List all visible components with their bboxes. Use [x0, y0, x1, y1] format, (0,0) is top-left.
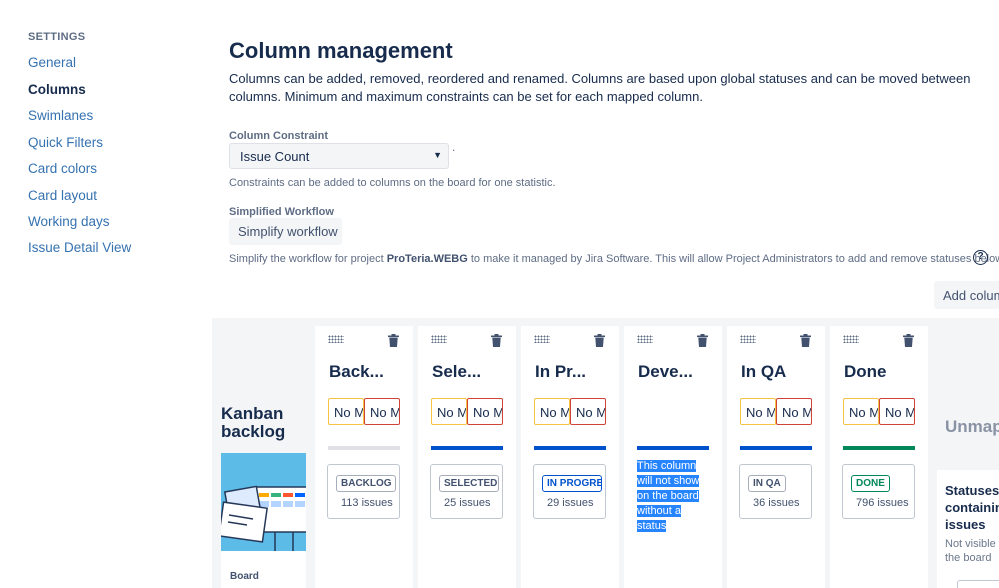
project-name: ProTeria.WEBG — [386, 253, 468, 265]
unmapped-statuses-panel: Statuses containing issues Not visible o… — [937, 470, 999, 588]
simplified-workflow-label: Simplified Workflow — [229, 206, 334, 218]
sidebar-item-working-days[interactable]: Working days — [28, 214, 110, 229]
sidebar-item-card-layout[interactable]: Card layout — [28, 188, 97, 203]
column-constraint-label: Column Constraint — [229, 130, 328, 142]
status-card[interactable]: SELECTED FOR DEVELOPMENT 25 issues — [430, 464, 503, 519]
column-color-bar — [740, 446, 812, 450]
column-min-input[interactable]: No Min — [740, 398, 776, 425]
drag-handle-icon[interactable] — [843, 335, 859, 343]
sidebar-item-general[interactable]: General — [28, 55, 76, 70]
column-name[interactable]: Back... — [329, 362, 384, 382]
add-column-button[interactable]: Add column — [934, 281, 999, 309]
column-min-input[interactable]: No Min — [843, 398, 879, 425]
column-color-bar — [534, 446, 606, 450]
board-column[interactable]: In QA No Min No Max IN QA 36 issues — [727, 326, 825, 588]
constraint-help-text: Constraints can be added to columns on t… — [229, 177, 556, 189]
settings-sidebar: SETTINGS General Columns Swimlanes Quick… — [0, 0, 200, 588]
column-name[interactable]: Done — [844, 362, 887, 382]
status-card[interactable]: IN PROGRESS 29 issues — [533, 464, 606, 519]
column-max-input[interactable]: No Max — [364, 398, 400, 425]
constraint-dot: . — [452, 140, 456, 154]
sidebar-item-card-colors[interactable]: Card colors — [28, 161, 97, 176]
kanban-backlog-title: Kanban backlog — [221, 404, 286, 441]
page-title: Column management — [229, 38, 453, 63]
status-lozenge: IN QA — [748, 475, 786, 492]
workflow-help-suffix: to make it managed by Jira Software. Thi… — [467, 253, 999, 265]
status-card[interactable]: IN QA 36 issues — [739, 464, 812, 519]
status-lozenge: DONE — [851, 475, 890, 492]
column-color-bar — [637, 446, 709, 450]
board-illustration-icon — [221, 453, 306, 551]
board-column[interactable]: Deve... This column will not show on the… — [624, 326, 722, 588]
issue-count: 25 issues — [444, 497, 491, 509]
unmapped-statuses-title: Unmapped — [945, 417, 999, 436]
sidebar-item-issue-detail-view[interactable]: Issue Detail View — [28, 240, 131, 255]
board-column[interactable]: Sele... No Min No Max SELECTED FOR DEVEL… — [418, 326, 516, 588]
trash-icon[interactable] — [800, 334, 811, 347]
workflow-help-text: Simplify the workflow for project ProTer… — [229, 253, 999, 265]
status-lozenge: SELECTED FOR DEVELOPMENT — [439, 475, 499, 492]
column-name[interactable]: Sele... — [432, 362, 481, 382]
drag-handle-icon[interactable] — [740, 335, 756, 343]
issue-count: 36 issues — [753, 497, 800, 509]
column-constraint-value: Issue Count — [240, 149, 310, 164]
drag-handle-icon[interactable] — [431, 335, 447, 343]
kanban-board-card: Board — [221, 551, 306, 588]
column-max-input[interactable]: No Max — [776, 398, 812, 425]
column-color-bar — [431, 446, 503, 450]
status-card[interactable]: DONE 796 issues — [842, 464, 915, 519]
sidebar-item-columns[interactable]: Columns — [28, 82, 86, 97]
kanban-illustration — [221, 453, 306, 551]
workflow-help-prefix: Simplify the workflow for project — [229, 253, 387, 265]
status-lozenge: IN PROGRESS — [542, 475, 602, 492]
board-column[interactable]: Back... No Min No Max BACKLOG 113 issues — [315, 326, 413, 588]
page-description: Columns can be added, removed, reordered… — [229, 71, 971, 104]
unmapped-panel-subtitle: Not visible on the board — [945, 538, 999, 564]
trash-icon[interactable] — [388, 334, 399, 347]
board-column[interactable]: Done No Min No Max DONE 796 issues — [830, 326, 928, 588]
column-max-input[interactable]: No Max — [467, 398, 503, 425]
column-name[interactable]: Deve... — [638, 362, 693, 382]
column-name[interactable]: In QA — [741, 362, 786, 382]
issue-count: 796 issues — [856, 497, 909, 509]
trash-icon[interactable] — [594, 334, 605, 347]
empty-column-note-text: This column will not show on the board w… — [637, 460, 700, 532]
column-color-bar — [843, 446, 915, 450]
unmapped-status-card[interactable] — [957, 580, 999, 588]
board-column[interactable]: In Pr... No Min No Max IN PROGRESS 29 is… — [521, 326, 619, 588]
column-min-input[interactable]: No Min — [534, 398, 570, 425]
help-icon[interactable]: ? — [973, 250, 988, 265]
drag-handle-icon[interactable] — [534, 335, 550, 343]
unmapped-panel-title: Statuses containing issues — [945, 483, 999, 532]
chevron-down-icon: ▼ — [433, 150, 442, 160]
column-color-bar — [328, 446, 400, 450]
trash-icon[interactable] — [491, 334, 502, 347]
trash-icon[interactable] — [903, 334, 914, 347]
column-min-input[interactable]: No Min — [328, 398, 364, 425]
empty-column-note: This column will not show on the board w… — [637, 459, 701, 534]
column-min-input[interactable]: No Min — [431, 398, 467, 425]
column-max-input[interactable]: No Max — [570, 398, 606, 425]
column-name[interactable]: In Pr... — [535, 362, 586, 382]
column-max-input[interactable]: No Max — [879, 398, 915, 425]
sidebar-item-swimlanes[interactable]: Swimlanes — [28, 108, 93, 123]
column-constraint-select[interactable]: Issue Count ▼ — [229, 143, 449, 169]
simplify-workflow-button[interactable]: Simplify workflow — [229, 218, 342, 245]
status-lozenge: BACKLOG — [336, 475, 396, 492]
trash-icon[interactable] — [697, 334, 708, 347]
sidebar-heading: SETTINGS — [28, 31, 86, 43]
drag-handle-icon[interactable] — [328, 335, 344, 343]
drag-handle-icon[interactable] — [637, 335, 653, 343]
issue-count: 29 issues — [547, 497, 594, 509]
kanban-card-label: Board — [230, 571, 259, 582]
issue-count: 113 issues — [341, 497, 393, 509]
sidebar-item-quick-filters[interactable]: Quick Filters — [28, 135, 103, 150]
status-card[interactable]: BACKLOG 113 issues — [327, 464, 400, 519]
